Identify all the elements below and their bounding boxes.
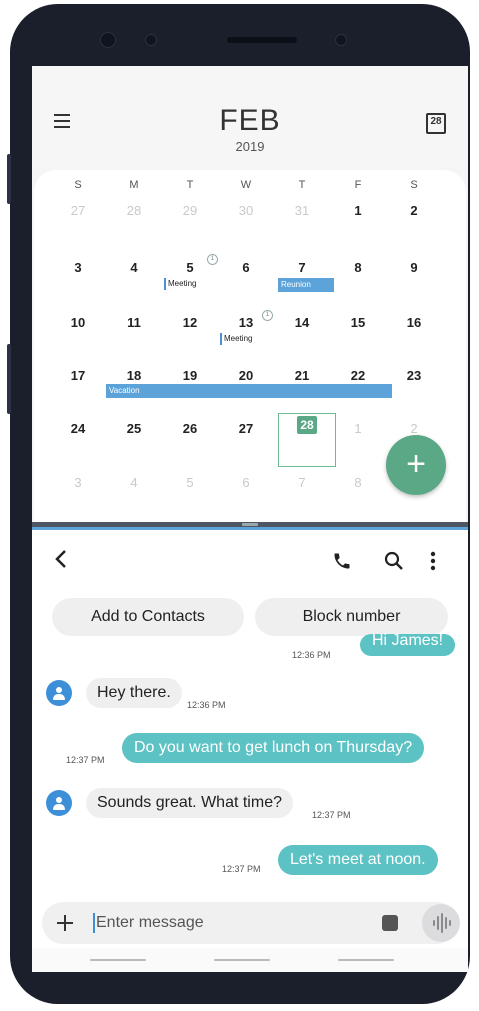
weekday-label: T xyxy=(186,179,194,191)
message-timestamp: 12:37 PM xyxy=(222,864,261,874)
weekday-label: S xyxy=(410,179,418,191)
calendar-day-cell[interactable]: 31 xyxy=(274,203,330,218)
front-camera xyxy=(100,32,116,48)
received-message-bubble[interactable]: Hey there. xyxy=(86,678,182,708)
event-meeting[interactable]: Meeting xyxy=(164,278,196,290)
calendar-day-cell[interactable]: 8 xyxy=(330,475,386,490)
sent-message-bubble[interactable]: Hi James! xyxy=(360,633,456,656)
bixby-button xyxy=(7,344,11,414)
calendar-day-cell[interactable]: 1 xyxy=(330,203,386,218)
voice-input-icon[interactable] xyxy=(422,904,460,942)
earpiece-speaker xyxy=(227,37,297,43)
event-vacation[interactable]: Vacation xyxy=(106,384,392,398)
calendar-day-cell[interactable]: 23 xyxy=(386,368,442,383)
avatar[interactable] xyxy=(46,680,72,706)
nav-home-button[interactable] xyxy=(214,959,270,961)
calendar-day-cell[interactable]: 2 xyxy=(386,203,442,218)
calendar-day-cell[interactable]: 8 xyxy=(330,260,386,275)
weekday-label: M xyxy=(129,179,139,191)
calendar-day-cell[interactable]: 21 xyxy=(274,368,330,383)
calendar-day-cell[interactable]: 27 xyxy=(50,203,106,218)
phone-icon[interactable] xyxy=(332,551,352,571)
message-timestamp: 12:37 PM xyxy=(66,755,105,765)
calendar-day-cell[interactable]: 2 xyxy=(386,421,442,436)
back-arrow-icon[interactable] xyxy=(54,548,68,575)
message-timestamp: 12:36 PM xyxy=(187,700,226,710)
sent-message-bubble[interactable]: Do you want to get lunch on Thursday? xyxy=(122,733,425,763)
text-cursor xyxy=(93,913,95,933)
calendar-day-cell[interactable]: 18 xyxy=(106,368,162,383)
calendar-day-cell[interactable]: 6 xyxy=(218,475,274,490)
selected-day-number: 28 xyxy=(297,416,317,434)
sensor xyxy=(145,34,157,46)
calendar-day-cell[interactable]: 7 xyxy=(274,260,330,275)
calendar-day-cell[interactable]: 25 xyxy=(106,421,162,436)
calendar-day-cell[interactable]: 4 xyxy=(106,260,162,275)
add-event-button[interactable]: + xyxy=(386,435,446,495)
event-meeting[interactable]: Meeting xyxy=(220,333,252,345)
plus-icon: + xyxy=(406,445,426,483)
screen: FEB 2019 28 S M T W T F S 27 28 29 30 31 1 2 3 4 5 6 7 8 9 10… xyxy=(32,66,468,972)
event-reunion[interactable]: Reunion xyxy=(278,278,334,292)
calendar-day-cell[interactable]: 30 xyxy=(218,203,274,218)
received-message-bubble[interactable]: Sounds great. What time? xyxy=(86,788,293,818)
month-title: FEB xyxy=(219,104,281,137)
weekday-label: S xyxy=(74,179,82,191)
iris-scanner xyxy=(335,34,347,46)
calendar-day-cell[interactable]: 11 xyxy=(106,315,162,330)
sent-message-bubble[interactable]: Let's meet at noon. xyxy=(278,845,438,875)
calendar-day-cell[interactable]: 15 xyxy=(330,315,386,330)
message-timestamp: 12:36 PM xyxy=(292,650,331,660)
calendar-day-cell[interactable]: 3 xyxy=(50,260,106,275)
calendar-day-cell[interactable]: 4 xyxy=(106,475,162,490)
sticker-icon[interactable] xyxy=(382,915,398,931)
year-label: 2019 xyxy=(235,139,265,154)
calendar-day-cell[interactable]: 24 xyxy=(50,421,106,436)
calendar-today-icon[interactable]: 28 xyxy=(426,110,446,134)
calendar-day-cell[interactable]: 6 xyxy=(218,260,274,275)
nav-recents-button[interactable] xyxy=(90,959,146,961)
volume-button xyxy=(7,154,11,204)
avatar[interactable] xyxy=(46,790,72,816)
weekday-label: T xyxy=(298,179,306,191)
calendar-day-cell[interactable]: 22 xyxy=(330,368,386,383)
calendar-day-cell[interactable]: 28 xyxy=(106,203,162,218)
calendar-day-cell[interactable]: 29 xyxy=(162,203,218,218)
search-icon[interactable] xyxy=(384,551,404,571)
menu-icon[interactable] xyxy=(54,114,70,128)
more-vertical-icon[interactable] xyxy=(430,551,436,571)
calendar-day-cell[interactable]: 26 xyxy=(162,421,218,436)
weekday-label: W xyxy=(240,179,252,191)
calendar-day-cell[interactable]: 1 xyxy=(330,421,386,436)
calendar-day-cell[interactable]: 16 xyxy=(386,315,442,330)
calendar-day-cell[interactable]: 12 xyxy=(162,315,218,330)
calendar-day-cell[interactable]: 27 xyxy=(218,421,274,436)
calendar-day-cell[interactable]: 5 xyxy=(162,475,218,490)
plus-icon[interactable] xyxy=(56,910,74,936)
calendar-day-cell[interactable]: 10 xyxy=(50,315,106,330)
divider-handle[interactable] xyxy=(242,523,258,526)
calendar-day-cell[interactable]: 17 xyxy=(50,368,106,383)
event-count-badge: 1 xyxy=(262,310,273,321)
calendar-day-cell[interactable]: 19 xyxy=(162,368,218,383)
event-count-badge: 1 xyxy=(207,254,218,265)
message-timestamp: 12:37 PM xyxy=(312,810,351,820)
weekday-label: F xyxy=(354,179,362,191)
calendar-day-cell[interactable]: 3 xyxy=(50,475,106,490)
calendar-day-cell[interactable]: 14 xyxy=(274,315,330,330)
calendar-header: FEB 2019 28 xyxy=(32,66,468,166)
today-icon-day: 28 xyxy=(430,116,442,127)
add-to-contacts-button[interactable]: Add to Contacts xyxy=(52,598,244,636)
message-input[interactable]: Enter message xyxy=(96,912,346,934)
calendar-day-cell[interactable]: 7 xyxy=(274,475,330,490)
nav-back-button[interactable] xyxy=(338,959,394,961)
calendar-day-cell[interactable]: 9 xyxy=(386,260,442,275)
calendar-day-cell[interactable]: 20 xyxy=(218,368,274,383)
block-number-button[interactable]: Block number xyxy=(255,598,448,636)
